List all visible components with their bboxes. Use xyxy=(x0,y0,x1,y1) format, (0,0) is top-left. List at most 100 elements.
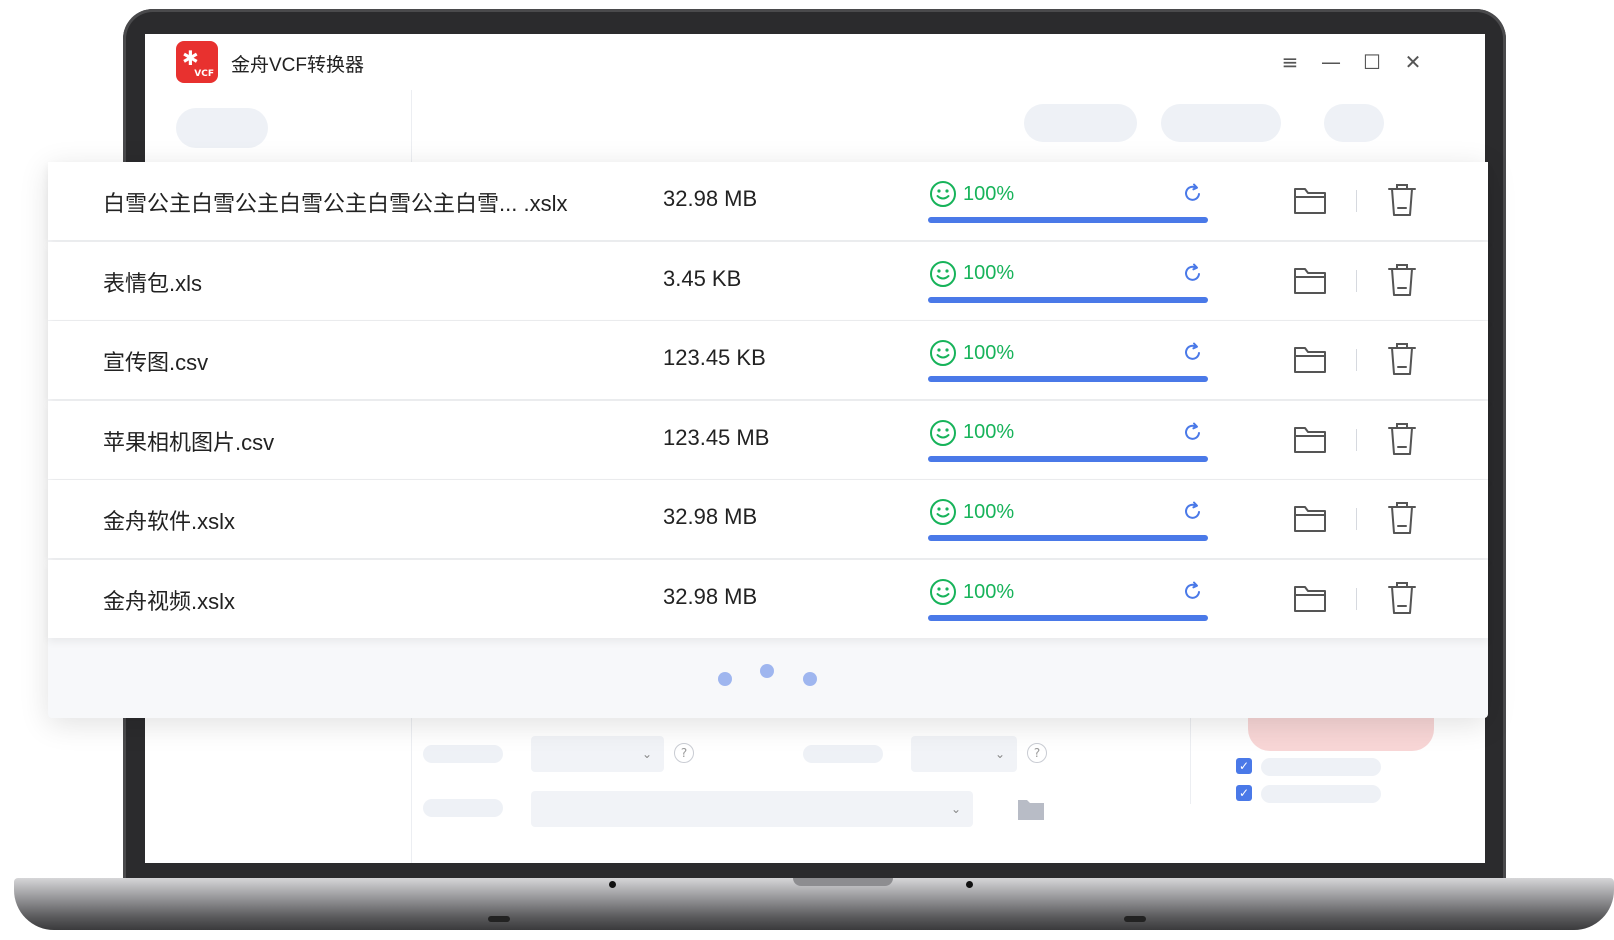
setting-label-placeholder-2 xyxy=(803,745,883,763)
chevron-down-icon: ⌄ xyxy=(994,747,1005,761)
setting-label-placeholder-1 xyxy=(423,745,503,763)
trash-icon[interactable] xyxy=(1386,262,1418,298)
app-title: 金舟VCF转换器 xyxy=(231,55,365,76)
file-size: 123.45 MB xyxy=(663,424,770,450)
output-folder-icon[interactable] xyxy=(1017,797,1045,821)
smile-icon xyxy=(930,340,956,367)
laptop-base xyxy=(14,878,1614,930)
file-row: 金舟视频.xslx 32.98 MB 100% xyxy=(48,560,1488,638)
option-checkbox-2[interactable]: ✓ xyxy=(1236,785,1252,801)
progress-bar xyxy=(928,296,1208,303)
progress-bar xyxy=(928,376,1208,383)
menu-icon[interactable]: ≡ xyxy=(1278,50,1302,74)
progress-bar xyxy=(928,455,1208,462)
status-label: 100% xyxy=(963,182,1015,205)
toolbar-button-placeholder-1[interactable] xyxy=(1024,104,1137,142)
file-name: 金舟视频.xslx xyxy=(103,589,236,614)
conversion-status: 100% xyxy=(929,260,1014,288)
app-logo: ✱ VCF xyxy=(176,41,218,83)
file-row: 白雪公主白雪公主白雪公主白雪公主白雪... .xslx 32.98 MB 100… xyxy=(48,162,1488,240)
trash-icon[interactable] xyxy=(1386,182,1418,218)
file-name: 表情包.xls xyxy=(103,270,203,296)
hinge-dot-right xyxy=(966,881,973,888)
status-label: 100% xyxy=(963,341,1015,364)
file-row: 苹果相机图片.csv 123.45 MB 100% xyxy=(48,400,1488,479)
loading-dot xyxy=(803,672,817,686)
file-name: 金舟软件.xslx xyxy=(103,509,236,535)
status-label: 100% xyxy=(963,580,1015,603)
setting-select-2[interactable]: ⌄ xyxy=(911,736,1017,772)
laptop-foot-left xyxy=(488,916,510,922)
conversion-status: 100% xyxy=(929,498,1014,526)
file-name: 白雪公主白雪公主白雪公主白雪公主白雪... .xslx xyxy=(103,191,568,216)
smile-icon xyxy=(930,419,956,446)
file-name: 苹果相机图片.csv xyxy=(103,429,275,455)
trash-icon[interactable] xyxy=(1386,421,1418,457)
trash-icon[interactable] xyxy=(1386,341,1418,377)
smile-icon xyxy=(930,181,956,207)
title-bar: ✱ VCF 金舟VCF转换器 ≡ — ☐ ✕ xyxy=(145,34,1485,90)
progress-fill xyxy=(928,535,1208,542)
progress-fill xyxy=(928,217,1208,223)
help-icon[interactable]: ? xyxy=(1027,743,1047,763)
folder-icon[interactable] xyxy=(1293,264,1327,296)
progress-fill xyxy=(928,615,1208,621)
chevron-down-icon: ⌄ xyxy=(950,802,961,816)
loading-indicator xyxy=(716,662,826,692)
retry-icon[interactable] xyxy=(1182,182,1204,204)
conversion-status: 100% xyxy=(929,419,1014,447)
hinge-dot-left xyxy=(609,881,616,888)
smile-icon xyxy=(930,499,956,526)
progress-fill xyxy=(928,296,1208,303)
progress-fill xyxy=(928,455,1208,462)
help-icon[interactable]: ? xyxy=(674,743,694,763)
maximize-icon[interactable]: ☐ xyxy=(1360,50,1384,74)
file-size: 123.45 KB xyxy=(663,345,766,371)
action-divider xyxy=(1356,190,1357,212)
chevron-down-icon: ⌄ xyxy=(641,747,652,761)
file-size: 32.98 MB xyxy=(663,584,758,609)
conversion-status: 100% xyxy=(929,339,1014,367)
folder-icon[interactable] xyxy=(1293,502,1327,534)
status-label: 100% xyxy=(963,500,1015,523)
file-list-panel: 白雪公主白雪公主白雪公主白雪公主白雪... .xslx 32.98 MB 100… xyxy=(48,162,1488,718)
sidebar-placeholder xyxy=(176,108,268,148)
smile-icon xyxy=(930,579,956,605)
conversion-status: 100% xyxy=(929,180,1014,208)
option-checkbox-1[interactable]: ✓ xyxy=(1236,758,1252,774)
option-label-placeholder-2 xyxy=(1261,785,1381,803)
output-path-select[interactable]: ⌄ xyxy=(531,791,973,827)
retry-icon[interactable] xyxy=(1182,341,1204,363)
progress-bar xyxy=(928,217,1208,223)
option-label-placeholder-1 xyxy=(1261,758,1381,776)
action-divider xyxy=(1356,349,1357,372)
progress-bar xyxy=(928,615,1208,621)
folder-icon[interactable] xyxy=(1293,582,1327,614)
close-icon[interactable]: ✕ xyxy=(1401,50,1425,74)
file-row: 金舟软件.xslx 32.98 MB 100% xyxy=(48,480,1488,559)
laptop-notch xyxy=(793,878,893,886)
action-divider xyxy=(1356,428,1357,451)
toolbar-button-placeholder-2[interactable] xyxy=(1161,104,1281,142)
logo-mark-icon: ✱ xyxy=(182,46,199,70)
trash-icon[interactable] xyxy=(1386,500,1418,536)
file-row: 表情包.xls 3.45 KB 100% xyxy=(48,241,1488,320)
toolbar-button-placeholder-3[interactable] xyxy=(1324,104,1384,142)
loading-dot xyxy=(760,664,774,678)
retry-icon[interactable] xyxy=(1182,262,1204,284)
conversion-status: 100% xyxy=(929,578,1014,606)
file-size: 32.98 MB xyxy=(663,186,758,211)
loading-dot xyxy=(718,672,732,686)
minimize-icon[interactable]: — xyxy=(1319,50,1343,74)
logo-text: VCF xyxy=(194,69,214,79)
progress-bar xyxy=(928,535,1208,542)
retry-icon[interactable] xyxy=(1182,500,1204,522)
retry-icon[interactable] xyxy=(1182,421,1204,443)
folder-icon[interactable] xyxy=(1293,423,1327,455)
file-size: 32.98 MB xyxy=(663,504,758,530)
trash-icon[interactable] xyxy=(1386,580,1418,616)
retry-icon[interactable] xyxy=(1182,580,1204,602)
folder-icon[interactable] xyxy=(1293,184,1327,216)
setting-select-1[interactable]: ⌄ xyxy=(531,736,664,772)
folder-icon[interactable] xyxy=(1293,343,1327,375)
